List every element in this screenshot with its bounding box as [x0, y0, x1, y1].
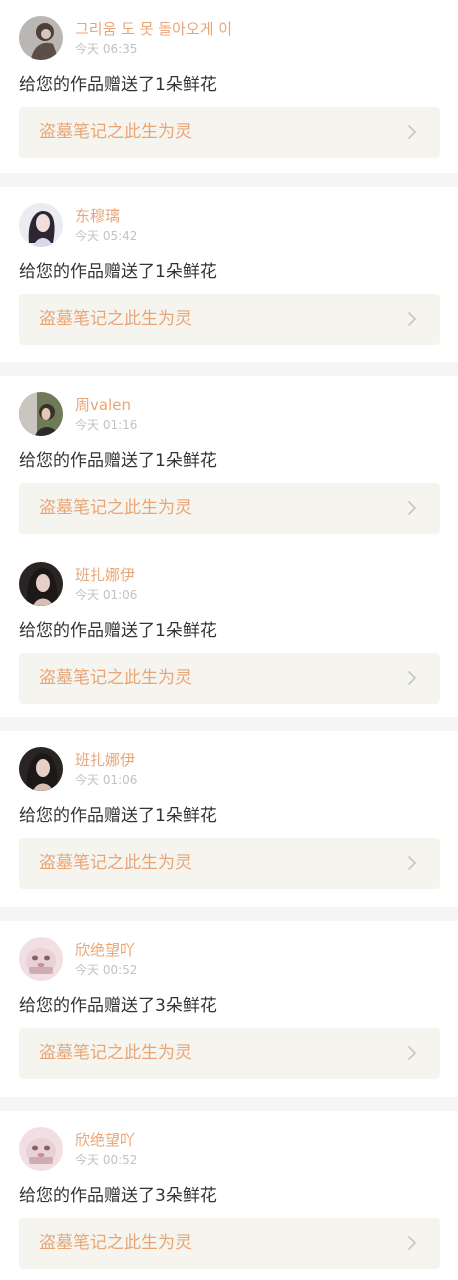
- work-title: 盗墓笔记之此生为灵: [39, 309, 192, 329]
- timestamp: 今天 00:52: [75, 1153, 138, 1167]
- user-avatar[interactable]: [19, 203, 63, 247]
- gift-message: 给您的作品赠送了1朵鲜花: [19, 262, 217, 282]
- user-name[interactable]: 周valen: [75, 396, 131, 414]
- notification-card: 周valen 今天 01:16 给您的作品赠送了1朵鲜花 盗墓笔记之此生为灵: [0, 376, 458, 546]
- notification-card: 班扎娜伊今天 01:06 给您的作品赠送了1朵鲜花 盗墓笔记之此生为灵: [0, 731, 458, 907]
- chevron-right-icon: [404, 311, 420, 327]
- avatar-user-3: [19, 392, 63, 436]
- card-separator: [0, 907, 458, 921]
- chevron-right-icon: [404, 1235, 420, 1251]
- gift-message: 给您的作品赠送了3朵鲜花: [19, 996, 217, 1016]
- avatar-user-4: [19, 747, 63, 791]
- user-avatar[interactable]: [19, 562, 63, 606]
- gift-message: 给您的作品赠送了1朵鲜花: [19, 621, 217, 641]
- avatar-user-4: [19, 562, 63, 606]
- user-name[interactable]: 东穆璃: [75, 207, 120, 225]
- work-link-button[interactable]: 盗墓笔记之此生为灵: [19, 107, 440, 158]
- chevron-right-icon: [404, 500, 420, 516]
- user-avatar[interactable]: [19, 392, 63, 436]
- user-name[interactable]: 그리움 도 못 돌아오게 이: [75, 20, 232, 38]
- work-link-button[interactable]: 盗墓笔记之此生为灵: [19, 838, 440, 889]
- user-avatar[interactable]: [19, 937, 63, 981]
- work-title: 盗墓笔记之此生为灵: [39, 122, 192, 142]
- gift-message: 给您的作品赠送了1朵鲜花: [19, 451, 217, 471]
- card-separator: [0, 362, 458, 376]
- chevron-right-icon: [404, 124, 420, 140]
- avatar-user-1: [19, 16, 63, 60]
- user-name[interactable]: 欣绝望吖: [75, 1131, 135, 1149]
- user-name[interactable]: 欣绝望吖: [75, 941, 135, 959]
- timestamp: 今天 01:16: [75, 418, 138, 432]
- user-name[interactable]: 班扎娜伊: [75, 566, 135, 584]
- gift-message: 给您的作品赠送了3朵鲜花: [19, 1186, 217, 1206]
- chevron-right-icon: [404, 855, 420, 871]
- card-separator: [0, 717, 458, 731]
- timestamp: 今天 00:52: [75, 963, 138, 977]
- work-title: 盗墓笔记之此生为灵: [39, 1043, 192, 1063]
- work-title: 盗墓笔记之此生为灵: [39, 1233, 192, 1253]
- chevron-right-icon: [404, 1045, 420, 1061]
- card-separator: [0, 1097, 458, 1111]
- work-link-button[interactable]: 盗墓笔记之此生为灵: [19, 483, 440, 534]
- work-link-button[interactable]: 盗墓笔记之此生为灵: [19, 1218, 440, 1269]
- gift-message: 给您的作品赠送了1朵鲜花: [19, 75, 217, 95]
- gift-message: 给您的作品赠送了1朵鲜花: [19, 806, 217, 826]
- user-avatar[interactable]: [19, 1127, 63, 1171]
- user-avatar[interactable]: [19, 747, 63, 791]
- timestamp: 今天 06:35: [75, 42, 138, 56]
- card-separator: [0, 173, 458, 187]
- notification-card: 그리움 도 못 돌아오게 이 今天 06:35 给您的作品赠送了1朵鲜花 盗墓笔记之此…: [0, 0, 458, 173]
- avatar-user-2: [19, 203, 63, 247]
- work-title: 盗墓笔记之此生为灵: [39, 498, 192, 518]
- user-name[interactable]: 班扎娜伊: [75, 751, 135, 769]
- timestamp: 今天 05:42: [75, 229, 138, 243]
- notification-card: 欣绝望吖今天 00:52 给您的作品赠送了3朵鲜花 盗墓笔记之此生为灵: [0, 921, 458, 1097]
- avatar-user-5: [19, 937, 63, 981]
- user-avatar[interactable]: [19, 16, 63, 60]
- work-link-button[interactable]: 盗墓笔记之此生为灵: [19, 653, 440, 704]
- notification-card: 班扎娜伊今天 01:06 给您的作品赠送了1朵鲜花 盗墓笔记之此生为灵: [0, 546, 458, 717]
- notification-card: 欣绝望吖今天 00:52 给您的作品赠送了3朵鲜花 盗墓笔记之此生为灵: [0, 1111, 458, 1280]
- notification-card: 东穆璃今天 05:42 给您的作品赠送了1朵鲜花 盗墓笔记之此生为灵: [0, 187, 458, 362]
- chevron-right-icon: [404, 670, 420, 686]
- avatar-user-5: [19, 1127, 63, 1171]
- work-link-button[interactable]: 盗墓笔记之此生为灵: [19, 1028, 440, 1079]
- work-link-button[interactable]: 盗墓笔记之此生为灵: [19, 294, 440, 345]
- work-title: 盗墓笔记之此生为灵: [39, 853, 192, 873]
- timestamp: 今天 01:06: [75, 588, 138, 602]
- timestamp: 今天 01:06: [75, 773, 138, 787]
- work-title: 盗墓笔记之此生为灵: [39, 668, 192, 688]
